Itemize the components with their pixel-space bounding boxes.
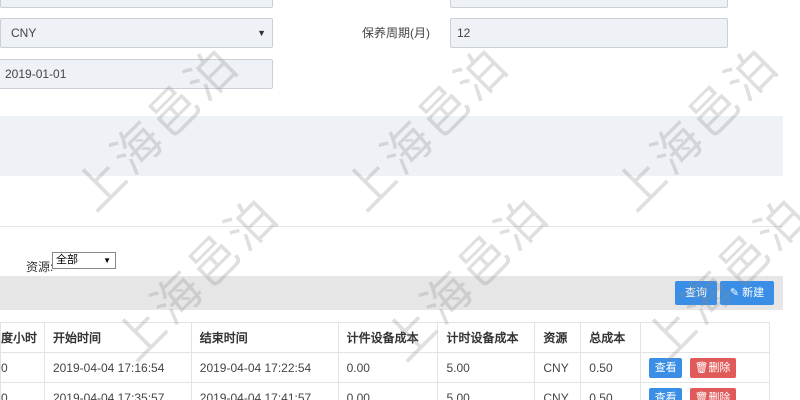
- divider: [0, 226, 783, 227]
- table-cell: CNY: [534, 382, 582, 400]
- table-cell: 0.50: [580, 352, 642, 383]
- new-button[interactable]: ✎ 新建: [720, 281, 774, 305]
- source-filter-value: 全部: [56, 254, 78, 266]
- query-button-label: 查询: [685, 287, 707, 299]
- source-filter-label: 资源:: [26, 260, 54, 274]
- currency-select-value: CNY: [11, 26, 37, 40]
- table-cell: 2019-04-04 17:41:57: [190, 382, 339, 400]
- table-cell: CNY: [534, 352, 582, 383]
- delete-button[interactable]: 🗑删除: [689, 357, 736, 378]
- view-button-label: 查看: [654, 391, 677, 400]
- new-button-label: 新建: [742, 287, 765, 299]
- pencil-icon: ✎: [729, 287, 740, 299]
- row-actions: 查看 🗑删除: [640, 352, 770, 383]
- maintenance-cycle-label: 保养周期(月): [362, 26, 430, 40]
- chevron-down-icon: ▼: [257, 28, 266, 38]
- chevron-down-icon: ▼: [103, 256, 111, 265]
- column-header: 度小时: [0, 322, 45, 353]
- view-button[interactable]: 查看: [649, 387, 683, 400]
- top-left-field[interactable]: [0, 0, 273, 8]
- table-cell: 0.00: [337, 382, 439, 400]
- table-row[interactable]: 0 2019-04-04 17:35:57 2019-04-04 17:41:5…: [0, 382, 770, 400]
- source-filter-select[interactable]: 全部 ▼: [52, 252, 116, 269]
- column-header: [640, 322, 770, 353]
- table-toolbar: [0, 276, 783, 310]
- date-field[interactable]: 2019-01-01: [0, 59, 273, 89]
- column-header: 资源: [534, 322, 582, 353]
- currency-select[interactable]: CNY ▼: [0, 18, 273, 48]
- table-cell: 5.00: [437, 382, 536, 400]
- table-header-row: 度小时 开始时间 结束时间 计件设备成本 计时设备成本 资源 总成本: [0, 322, 770, 353]
- top-right-field[interactable]: [450, 0, 728, 8]
- table-cell: 2019-04-04 17:35:57: [43, 382, 192, 400]
- maintenance-cycle-field[interactable]: 12: [450, 18, 728, 48]
- column-header: 开始时间: [43, 322, 192, 353]
- row-actions: 查看 🗑删除: [640, 382, 770, 400]
- trash-icon: 🗑: [694, 361, 709, 374]
- trash-icon: 🗑: [694, 391, 709, 400]
- delete-button-label: 删除: [708, 361, 731, 374]
- column-header: 结束时间: [190, 322, 339, 353]
- delete-button[interactable]: 🗑删除: [689, 387, 736, 400]
- view-button-label: 查看: [654, 361, 677, 374]
- table-cell: 0.50: [580, 382, 642, 400]
- table-cell: 5.00: [437, 352, 536, 383]
- table-cell: 2019-04-04 17:16:54: [43, 352, 192, 383]
- cost-table: 度小时 开始时间 结束时间 计件设备成本 计时设备成本 资源 总成本 0 201…: [0, 322, 770, 400]
- table-cell: 2019-04-04 17:22:54: [190, 352, 339, 383]
- table-row[interactable]: 0 2019-04-04 17:16:54 2019-04-04 17:22:5…: [0, 352, 770, 383]
- column-header: 计件设备成本: [337, 322, 439, 353]
- date-field-value: 2019-01-01: [5, 67, 67, 81]
- maintenance-cycle-value: 12: [457, 26, 471, 40]
- query-button[interactable]: 查询: [675, 281, 717, 305]
- table-cell: 0: [0, 352, 45, 383]
- section-header-band: [0, 116, 783, 176]
- column-header: 总成本: [580, 322, 642, 353]
- column-header: 计时设备成本: [437, 322, 536, 353]
- delete-button-label: 删除: [708, 391, 731, 400]
- table-cell: 0.00: [337, 352, 439, 383]
- table-cell: 0: [0, 382, 45, 400]
- view-button[interactable]: 查看: [649, 357, 683, 378]
